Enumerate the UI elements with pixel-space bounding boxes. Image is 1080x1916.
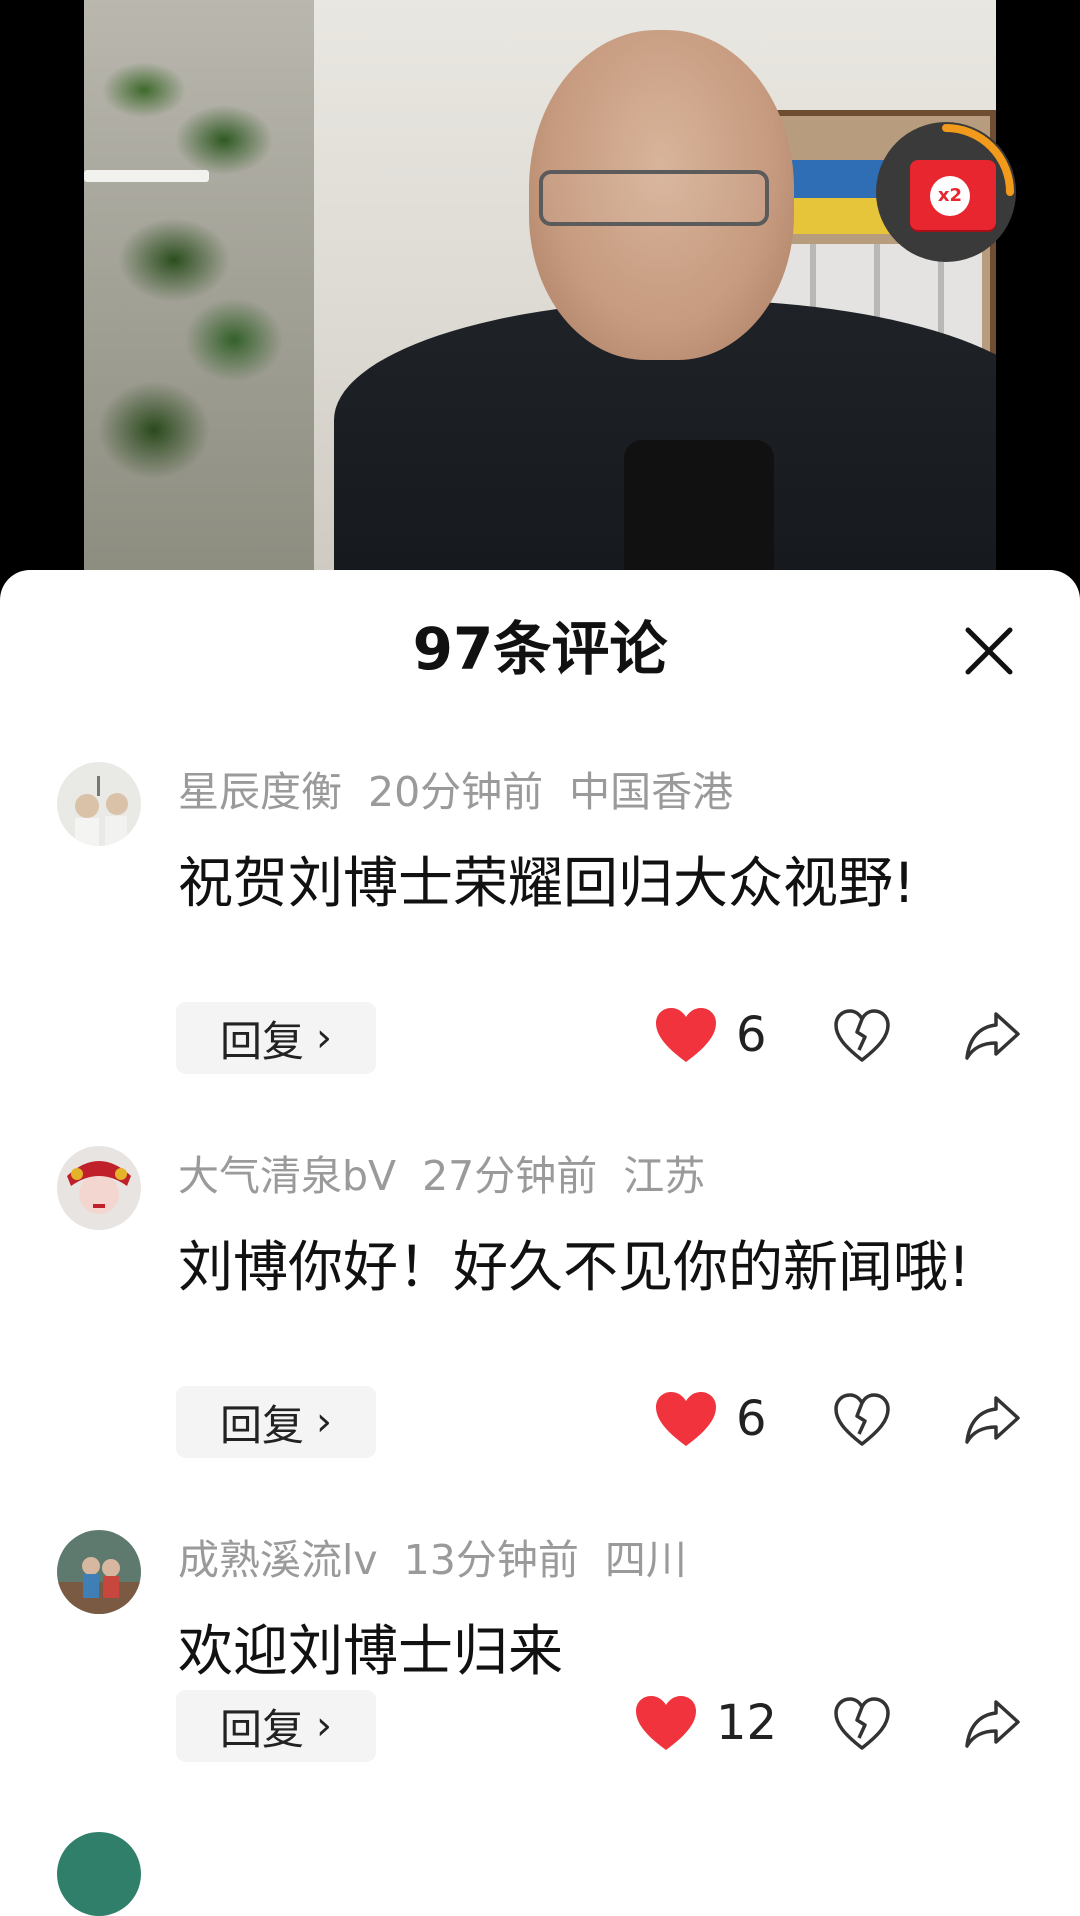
like-button[interactable]: 6 <box>654 1006 767 1064</box>
share-icon[interactable] <box>962 1694 1022 1754</box>
reply-label: 回复 <box>219 1016 304 1066</box>
close-icon <box>965 627 1013 675</box>
chevron-right-icon: › <box>316 1703 332 1749</box>
glasses <box>539 170 769 226</box>
reply-label: 回复 <box>219 1704 304 1754</box>
like-button[interactable]: 6 <box>654 1390 767 1448</box>
broken-heart-icon[interactable] <box>832 1694 892 1754</box>
video-frame <box>84 0 996 570</box>
comment-count-title: 97条评论 <box>412 615 668 683</box>
like-button[interactable]: 12 <box>634 1694 777 1752</box>
timestamp: 27分钟前 <box>422 1152 598 1200</box>
avatar[interactable] <box>57 1530 141 1614</box>
comment-text: 刘博你好！好久不见你的新闻哦! <box>178 1235 971 1299</box>
avatar-image <box>57 1530 141 1614</box>
reply-button[interactable]: 回复 › <box>176 1690 376 1762</box>
redpacket-icon[interactable]: x2 <box>910 160 996 230</box>
timestamp: 13分钟前 <box>403 1536 579 1584</box>
share-icon[interactable] <box>962 1390 1022 1450</box>
avatar-image <box>57 762 141 846</box>
plant-background <box>84 0 314 570</box>
reply-label: 回复 <box>219 1400 304 1450</box>
broken-heart-icon[interactable] <box>832 1390 892 1450</box>
avatar[interactable] <box>57 1146 141 1230</box>
like-count: 6 <box>736 1391 767 1447</box>
heart-filled-icon <box>636 1696 696 1750</box>
username[interactable]: 星辰度衡 <box>178 768 342 816</box>
avatar[interactable] <box>57 762 141 846</box>
wall-shelf <box>84 170 209 182</box>
comment-sheet: 97条评论 星辰度衡 20分钟前 中国香港 祝贺刘博士荣耀回归大众视野! 回复 › <box>0 570 1080 1916</box>
chevron-right-icon: › <box>316 1015 332 1061</box>
comment-text: 欢迎刘博士归来 <box>178 1619 564 1683</box>
share-icon[interactable] <box>962 1006 1022 1066</box>
like-count: 6 <box>736 1007 767 1063</box>
comment-text: 祝贺刘博士荣耀回归大众视野! <box>178 851 916 915</box>
heart-filled-icon <box>656 1008 716 1062</box>
reply-button[interactable]: 回复 › <box>176 1002 376 1074</box>
comment-meta: 星辰度衡 20分钟前 中国香港 <box>178 768 759 816</box>
avatar-image <box>57 1146 141 1230</box>
next-comment-avatar[interactable] <box>57 1832 141 1916</box>
video-player[interactable]: x2 <box>0 0 1080 600</box>
timestamp: 20分钟前 <box>368 768 544 816</box>
broken-heart-icon[interactable] <box>832 1006 892 1066</box>
redpacket-badge: x2 <box>930 176 970 216</box>
heart-filled-icon <box>656 1392 716 1446</box>
comment-meta: 成熟溪流lv 13分钟前 四川 <box>178 1536 713 1584</box>
like-count: 12 <box>716 1695 778 1751</box>
username[interactable]: 大气清泉bV <box>178 1152 396 1200</box>
location: 四川 <box>604 1536 687 1584</box>
location: 中国香港 <box>569 768 734 816</box>
location: 江苏 <box>623 1152 706 1200</box>
comment-meta: 大气清泉bV 27分钟前 江苏 <box>178 1152 731 1200</box>
username[interactable]: 成熟溪流lv <box>178 1536 378 1584</box>
chevron-right-icon: › <box>316 1399 332 1445</box>
close-button[interactable] <box>956 618 1022 684</box>
reply-button[interactable]: 回复 › <box>176 1386 376 1458</box>
microphone <box>624 440 774 570</box>
